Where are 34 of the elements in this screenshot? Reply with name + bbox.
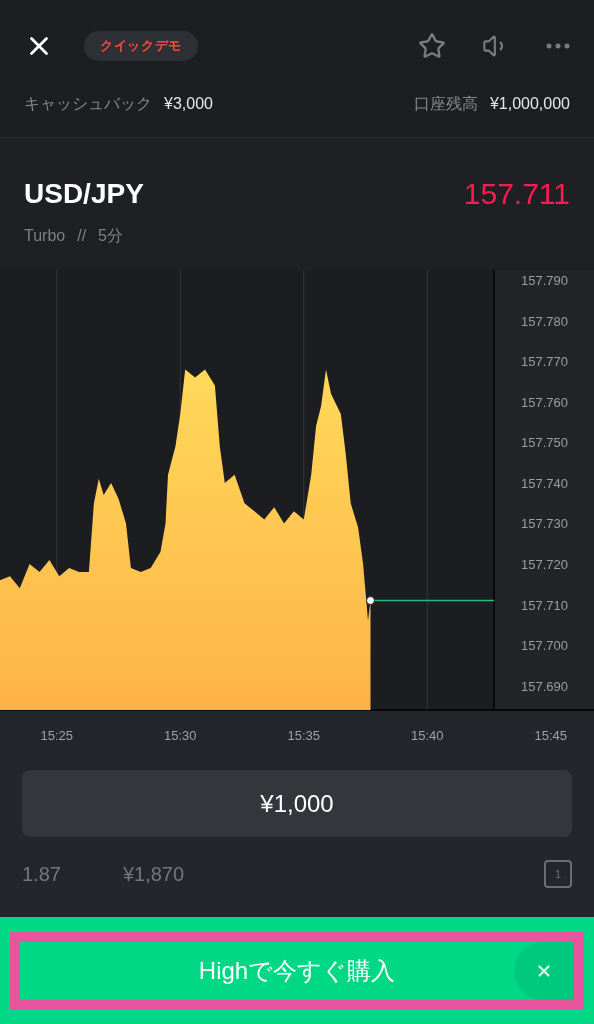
axis-label: 157.770	[521, 354, 568, 370]
axis-label: 15:25	[40, 728, 74, 743]
cashback-label: キャッシュバック	[24, 94, 152, 114]
axis-label: 157.710	[521, 597, 568, 613]
option-duration: 5分	[98, 226, 123, 246]
balance-value: ¥1,000,000	[489, 94, 570, 114]
axis-label: 157.730	[521, 516, 568, 532]
amount-field[interactable]: ¥1,000	[22, 770, 572, 837]
more-button[interactable]	[546, 43, 570, 49]
axis-label: 157.790	[521, 273, 568, 289]
payout-amount: ¥1,870	[122, 862, 185, 887]
axis-label: 15:45	[534, 728, 568, 743]
favorite-button[interactable]	[418, 32, 446, 60]
cashback-value: ¥3,000	[164, 94, 213, 114]
one-click-button[interactable]: 1	[544, 860, 572, 888]
demo-badge: クイックデモ	[84, 31, 198, 61]
axis-label: 157.740	[521, 475, 568, 491]
option-type: Turbo	[24, 226, 66, 246]
star-icon	[418, 32, 446, 60]
axis-label: 15:40	[411, 728, 444, 743]
axis-label: 15:35	[287, 728, 321, 743]
asset-price: 157.711	[463, 176, 570, 212]
axis-label: 157.780	[521, 313, 568, 329]
axis-label: 157.750	[521, 435, 568, 451]
asset-name: USD/JPY	[24, 176, 144, 211]
separator-text: //	[77, 226, 87, 246]
axis-label: 157.690	[521, 678, 568, 694]
axis-label: 157.760	[521, 394, 568, 410]
axis-label: 15:30	[164, 728, 197, 743]
axis-label: 157.720	[521, 557, 568, 572]
axis-label: 157.700	[521, 638, 568, 654]
balance-label: 口座残高	[413, 94, 478, 114]
more-icon	[546, 43, 570, 49]
payout-rate: 1.87	[22, 862, 61, 887]
